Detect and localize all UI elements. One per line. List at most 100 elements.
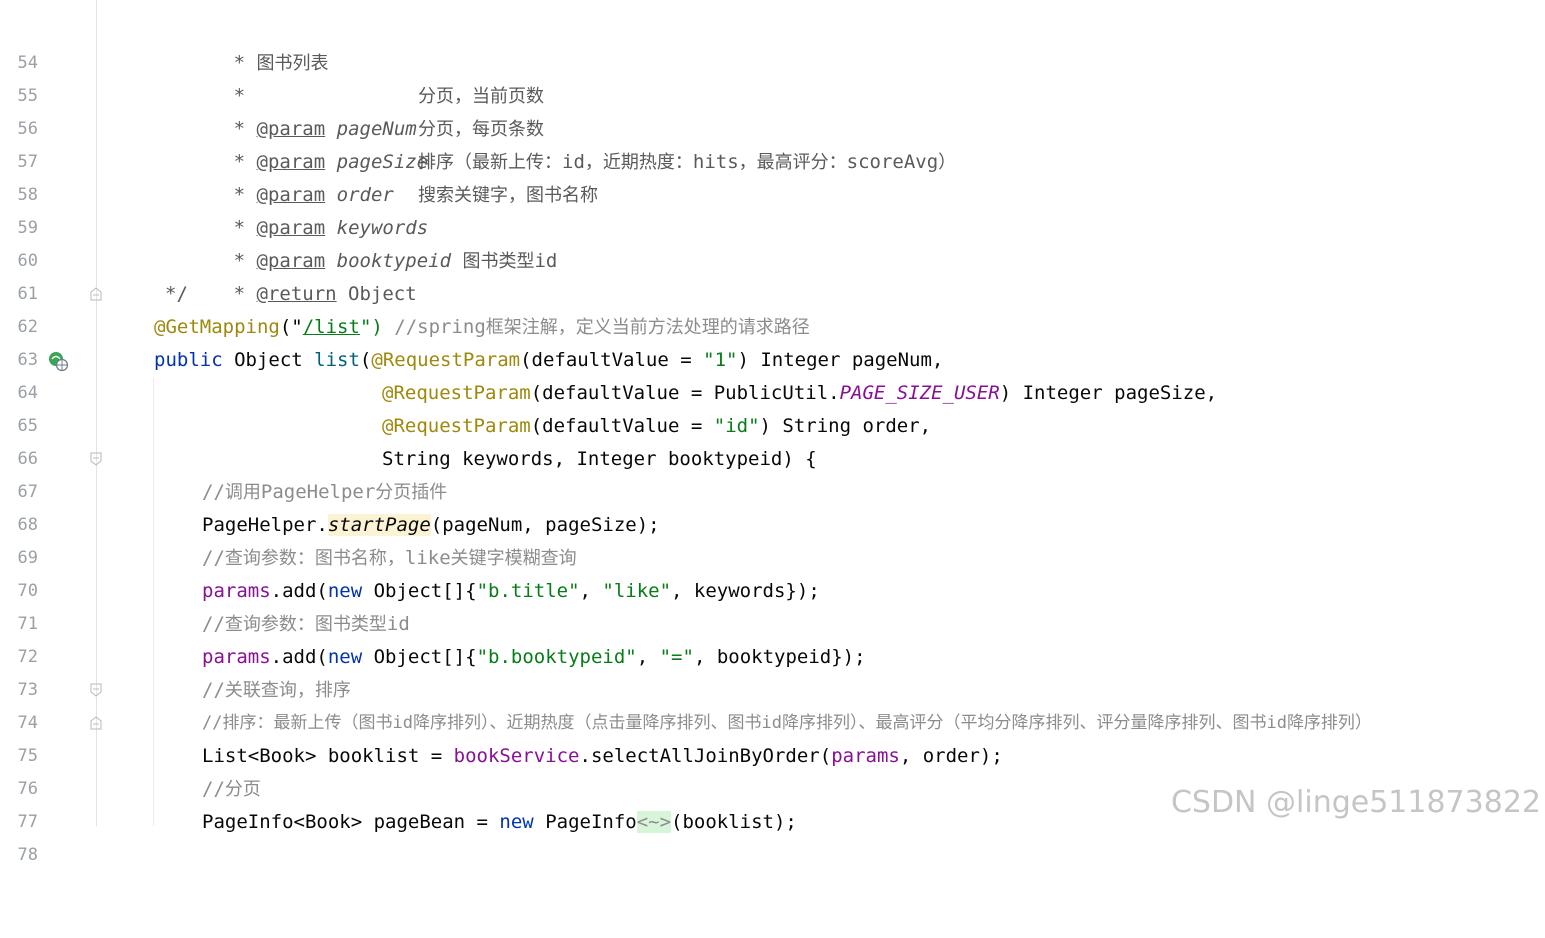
- code-text: , booktypeid});: [693, 646, 866, 668]
- code-line[interactable]: 73 params.add(new Object[]{"b.booktypeid…: [0, 641, 1545, 700]
- comment: 查询参数：图书名称，: [224, 548, 405, 569]
- code-text: ) String order,: [759, 415, 932, 437]
- code-line[interactable]: 54 * 图书列表: [0, 14, 1545, 74]
- line-content: PageInfo<Book> pageBean = new PageInfo<~…: [202, 806, 797, 839]
- code-line[interactable]: 55 *: [0, 47, 1545, 107]
- code-text: "): [359, 316, 383, 338]
- constant: PAGE_SIZE_USER: [839, 382, 1000, 404]
- desc-part: 排序（最新上传：: [418, 152, 562, 173]
- code-editor[interactable]: 54 * 图书列表 55 * 56 * @param pageNum 分页，当前…: [0, 0, 1545, 865]
- code-line[interactable]: 70 //查询参数：图书名称，like关键字模糊查询: [0, 542, 1545, 601]
- desc-part: ，最高评分：: [738, 152, 847, 173]
- line-content: //分页: [202, 773, 261, 806]
- comment: PageHelper: [260, 481, 376, 503]
- code-text: Object[]{: [362, 580, 477, 602]
- request-path-link[interactable]: /list: [303, 316, 360, 338]
- doc-param-desc: 分页，当前页数: [418, 86, 544, 107]
- string-literal: "1": [703, 349, 738, 371]
- desc-part: ，近期热度：: [584, 152, 693, 173]
- code-text: PageInfo: [533, 811, 637, 833]
- comment: //: [202, 713, 223, 733]
- comment: //: [202, 679, 225, 701]
- code-line[interactable]: 72 //查询参数：图书类型id: [0, 608, 1545, 667]
- comment: 关键字模糊查询: [450, 548, 577, 569]
- code-line[interactable]: 65 @RequestParam(defaultValue = PublicUt…: [0, 377, 1545, 436]
- annotation: @RequestParam: [382, 382, 531, 404]
- fold-start-icon[interactable]: [90, 452, 102, 466]
- code-line[interactable]: 67 String keywords, Integer booktypeid) …: [0, 443, 1545, 502]
- code-text: (: [359, 349, 372, 371]
- comment: 排序：最新上传（图书: [222, 713, 393, 733]
- code-line[interactable]: 76 List<Book> booklist = bookService.sel…: [0, 740, 1545, 799]
- code-line[interactable]: 61 * @return Object: [0, 245, 1545, 305]
- desc-part: ）: [938, 152, 957, 173]
- code-line[interactable]: 74 //关联查询，排序: [0, 674, 1545, 733]
- comment: 关联查询，排序: [224, 680, 351, 701]
- code-text: , keywords});: [671, 580, 820, 602]
- spring-web-endpoint-icon[interactable]: [47, 350, 69, 372]
- comment: id: [392, 713, 413, 733]
- comment: 分页插件: [375, 482, 448, 503]
- code-line[interactable]: 75 //排序：最新上传（图书id降序排列）、近期热度（点击量降序排列、图书id…: [0, 707, 1545, 766]
- fold-end-icon[interactable]: [90, 287, 102, 301]
- code-line[interactable]: 57 * @param pageSize 分页，每页条数: [0, 113, 1545, 173]
- string-literal: "b.booktypeid": [476, 646, 637, 668]
- string-literal: "like": [602, 580, 672, 602]
- code-text: .add(: [270, 646, 328, 668]
- code-text: PageInfo<Book> pageBean =: [202, 811, 500, 833]
- string-literal: "b.title": [476, 580, 580, 602]
- desc-part: hits: [692, 151, 739, 173]
- code-text: .add(: [270, 580, 328, 602]
- line-content: @GetMapping("/list") //spring框架注解，定义当前方法…: [154, 311, 810, 344]
- code-line[interactable]: 62 */: [0, 278, 1545, 337]
- comment: 调用: [224, 482, 261, 503]
- comment: like: [404, 547, 451, 569]
- code-text: PageHelper.: [202, 514, 328, 536]
- annotation: @RequestParam: [382, 415, 531, 437]
- field: params: [202, 580, 271, 602]
- comment: //spring: [382, 316, 486, 338]
- watermark: CSDN @linge511873822: [1170, 785, 1541, 820]
- doc-end: */: [165, 283, 188, 305]
- comment: 降序排列）、近期热度（点击量降序排列、图书: [412, 713, 762, 733]
- code-text: .selectAllJoinByOrder(: [579, 745, 832, 767]
- keyword: new: [499, 811, 534, 833]
- comment: 框架注解，定义当前方法处理的请求路径: [485, 317, 810, 338]
- doc-param-desc: 搜索关键字，图书名称: [418, 185, 598, 206]
- fold-start-icon[interactable]: [90, 683, 102, 697]
- comment: //: [202, 613, 225, 635]
- desc-part: scoreAvg: [846, 151, 939, 173]
- code-line[interactable]: 66 @RequestParam(defaultValue = "id") St…: [0, 410, 1545, 469]
- code-line[interactable]: 64 public Object list(@RequestParam(defa…: [0, 344, 1545, 403]
- code-text: ,: [579, 580, 603, 602]
- code-text: ,: [636, 646, 660, 668]
- keyword: new: [327, 646, 363, 668]
- line-content: //排序：最新上传（图书id降序排列）、近期热度（点击量降序排列、图书id降序排…: [202, 707, 1372, 740]
- code-text: Object: [222, 349, 315, 371]
- code-line[interactable]: 59 * @param keywords 搜索关键字，图书名称: [0, 179, 1545, 239]
- code-line[interactable]: 69 PageHelper.startPage(pageNum, pageSiz…: [0, 509, 1545, 568]
- code-line[interactable]: 56 * @param pageNum 分页，当前页数: [0, 80, 1545, 140]
- line-content: @RequestParam(defaultValue = "id") Strin…: [382, 410, 931, 443]
- line-content: public Object list(@RequestParam(default…: [154, 344, 943, 377]
- diamond-hint: <~>: [636, 811, 672, 833]
- annotation: @GetMapping: [154, 316, 280, 338]
- code-line[interactable]: 60 * @param booktypeid 图书类型id: [0, 212, 1545, 272]
- code-line[interactable]: 68 //调用PageHelper分页插件: [0, 476, 1545, 535]
- comment: 查询参数：图书类型: [224, 614, 387, 635]
- field: params: [202, 646, 271, 668]
- code-text: (defaultValue = PublicUtil.: [530, 382, 840, 404]
- code-line[interactable]: 58 * @param order 排序（最新上传：id，近期热度：hits，最…: [0, 146, 1545, 206]
- code-text: (": [279, 316, 303, 338]
- code-text: ) Integer pageSize,: [999, 382, 1218, 404]
- fold-end-icon[interactable]: [90, 716, 102, 730]
- code-line[interactable]: 71 params.add(new Object[]{"b.title", "l…: [0, 575, 1545, 634]
- keyword: new: [327, 580, 363, 602]
- line-content: params.add(new Object[]{"b.booktypeid" , …: [202, 641, 866, 674]
- code-line[interactable]: 63 @GetMapping("/list") //spring框架注解，定义当…: [0, 311, 1545, 370]
- code-text: (pageNum, pageSize);: [430, 514, 660, 536]
- line-content: PageHelper.startPage(pageNum, pageSize);: [202, 509, 660, 542]
- code-text: (booklist);: [671, 811, 797, 833]
- line-number: 78: [17, 845, 38, 865]
- line-content: params.add(new Object[]{"b.title", "like…: [202, 575, 820, 608]
